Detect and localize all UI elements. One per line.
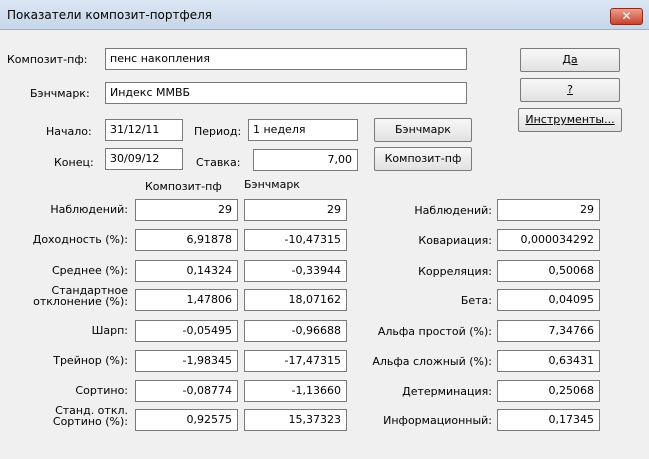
end-date-field[interactable]: 30/09/12	[105, 148, 183, 170]
benchmark-value-field[interactable]: -0,33944	[244, 260, 347, 282]
table-row-label: Наблюдений:	[50, 203, 128, 216]
table-row-label: Сортино:	[75, 384, 128, 397]
end-label: Конец:	[54, 156, 94, 169]
table-row-label: Стандартное отклонение (%):	[33, 284, 128, 308]
title-bar: Показатели композит-портфеля ✕	[0, 0, 649, 30]
table-row-label: Трейнор (%):	[53, 354, 128, 367]
rate-label: Ставка:	[196, 156, 241, 169]
close-icon: ✕	[621, 9, 632, 23]
benchmark-value-field[interactable]: 15,37323	[244, 409, 347, 431]
help-button[interactable]: ?	[520, 78, 620, 102]
stat-label: Бета:	[460, 294, 492, 307]
tools-button-label: Инструменты...	[525, 113, 615, 126]
composite-value-field[interactable]: 1,47806	[135, 289, 238, 311]
benchmark-button[interactable]: Бэнчмарк	[374, 118, 472, 142]
stat-label: Альфа простой (%):	[377, 325, 492, 338]
stat-label: Ковариация:	[418, 234, 492, 247]
composite-value-field[interactable]: -1,98345	[135, 350, 238, 372]
stat-value-field[interactable]: 0,17345	[497, 409, 600, 431]
composite-value-field[interactable]: 0,92575	[135, 409, 238, 431]
composite-button[interactable]: Композит-пф	[374, 147, 472, 171]
table-row-label: Среднее (%):	[51, 264, 128, 277]
tools-button[interactable]: Инструменты...	[518, 108, 622, 132]
close-button[interactable]: ✕	[610, 8, 643, 25]
stat-value-field[interactable]: 29	[497, 199, 600, 221]
table-row-label: Станд. откл. Сортино (%):	[52, 404, 128, 428]
stat-label: Наблюдений:	[414, 204, 492, 217]
column-header-benchmark: Бэнчмарк	[244, 178, 300, 191]
help-button-label: ?	[567, 83, 573, 96]
table-row-label: Доходность (%):	[32, 233, 128, 246]
stat-label: Детерминация:	[402, 385, 492, 398]
benchmark-value-field[interactable]: -17,47315	[244, 350, 347, 372]
stat-label: Информационный:	[383, 414, 492, 427]
stat-label: Корреляция:	[418, 265, 492, 278]
start-label: Начало:	[46, 125, 92, 138]
ok-button[interactable]: Да	[520, 48, 620, 72]
benchmark-value-field[interactable]: 18,07162	[244, 289, 347, 311]
benchmark-value-field[interactable]: -1,13660	[244, 380, 347, 402]
composite-label: Композит-пф:	[7, 53, 88, 66]
composite-value-field[interactable]: 29	[135, 199, 238, 221]
stat-label: Альфа сложный (%):	[372, 355, 492, 368]
stat-value-field[interactable]: 0,04095	[497, 289, 600, 311]
benchmark-value-field[interactable]: 29	[244, 199, 347, 221]
stat-value-field[interactable]: 7,34766	[497, 320, 600, 342]
benchmark-value-field[interactable]: -10,47315	[244, 229, 347, 251]
table-row-label: Шарп:	[91, 324, 128, 337]
start-date-field[interactable]: 31/12/11	[105, 119, 183, 141]
stat-value-field[interactable]: 0,000034292	[497, 229, 600, 251]
period-label: Период:	[194, 125, 242, 138]
benchmark-value-field[interactable]: -0,96688	[244, 320, 347, 342]
period-field[interactable]: 1 неделя	[248, 119, 358, 141]
composite-field[interactable]: пенс накопления	[105, 48, 467, 70]
composite-value-field[interactable]: 0,14324	[135, 260, 238, 282]
ok-button-label: Да	[562, 53, 578, 66]
window-title: Показатели композит-портфеля	[7, 8, 213, 22]
rate-field[interactable]: 7,00	[253, 149, 358, 171]
stat-value-field[interactable]: 0,50068	[497, 260, 600, 282]
benchmark-field[interactable]: Индекс ММВБ	[105, 82, 467, 104]
composite-value-field[interactable]: 6,91878	[135, 229, 238, 251]
column-header-composite: Композит-пф	[145, 180, 222, 193]
stat-value-field[interactable]: 0,63431	[497, 350, 600, 372]
benchmark-label: Бэнчмарк:	[30, 87, 90, 100]
composite-value-field[interactable]: -0,08774	[135, 380, 238, 402]
composite-value-field[interactable]: -0,05495	[135, 320, 238, 342]
stat-value-field[interactable]: 0,25068	[497, 380, 600, 402]
